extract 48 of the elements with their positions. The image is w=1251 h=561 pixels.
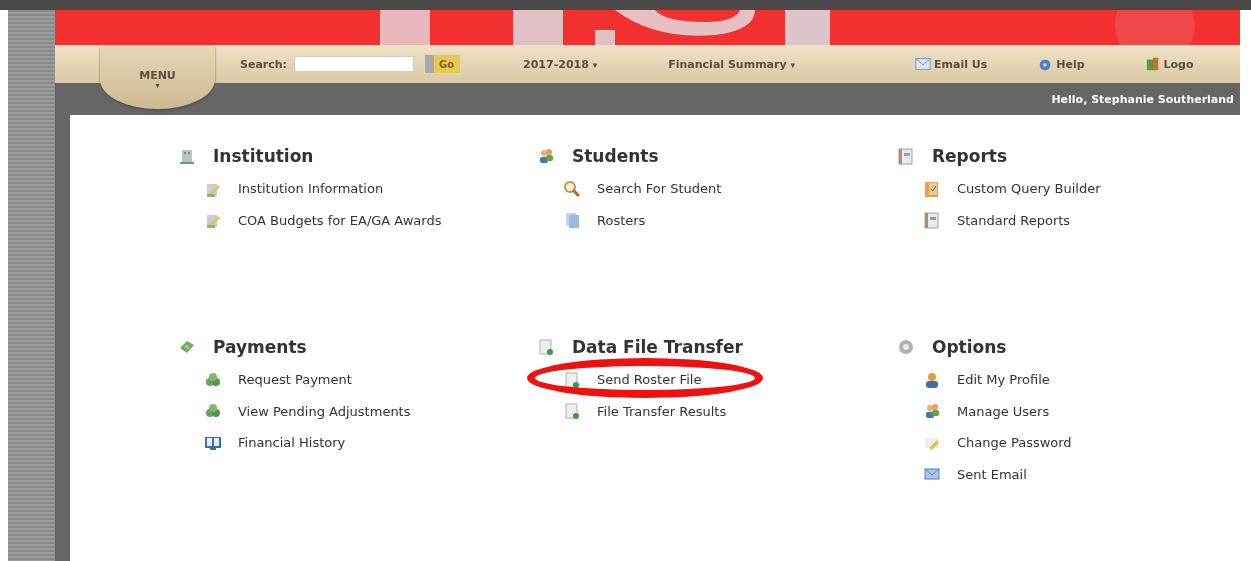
header-link[interactable]: Email Us: [934, 57, 988, 71]
dropdown-menu[interactable]: Financial Summary ▾: [668, 57, 795, 71]
menu-link[interactable]: Request Payment: [238, 372, 352, 388]
header-link[interactable]: Logo: [1163, 57, 1194, 71]
coins-icon: [204, 370, 222, 389]
search-field[interactable]: [294, 56, 414, 72]
gear-icon: [897, 338, 915, 356]
section-heading: Options: [932, 337, 1007, 357]
banknote-icon: [178, 338, 196, 356]
menu-link[interactable]: File Transfer Results: [597, 403, 727, 419]
menu-link[interactable]: Financial History: [238, 435, 346, 451]
menu-link[interactable]: Custom Query Builder: [957, 181, 1101, 197]
go-button[interactable]: Go: [424, 54, 462, 74]
door-icon: [1144, 56, 1161, 72]
pages-icon: [563, 211, 581, 230]
file-icon: [537, 338, 555, 356]
menu-link[interactable]: Sent Email: [957, 466, 1027, 482]
search-label: Search:: [240, 57, 287, 71]
building-icon: [178, 147, 196, 165]
report-icon: [923, 211, 941, 230]
search-icon: [563, 179, 581, 198]
menu-link[interactable]: Institution Information: [238, 181, 384, 197]
menu-link[interactable]: Send Roster File: [597, 372, 702, 388]
people-icon: [537, 147, 555, 165]
person-icon: [923, 370, 941, 389]
section-heading: Students: [572, 146, 659, 166]
report-icon: [897, 147, 915, 165]
header-link[interactable]: Help: [1056, 57, 1085, 71]
menu-link[interactable]: Rosters: [597, 212, 646, 228]
section-heading: Data File Transfer: [572, 337, 743, 357]
menu-link[interactable]: Search For Student: [597, 181, 722, 197]
menu-button[interactable]: MENU ▾: [100, 45, 215, 109]
people-icon: [923, 402, 941, 421]
book-icon: [923, 179, 941, 198]
section-heading: Payments: [213, 337, 307, 357]
section-heading: Institution: [213, 146, 314, 166]
menu-link[interactable]: Standard Reports: [957, 212, 1071, 228]
greeting: Hello, Stephanie Southerland: [1051, 92, 1234, 106]
menu-link[interactable]: Manage Users: [957, 403, 1050, 419]
file-icon: [563, 370, 581, 389]
file-icon: [563, 402, 581, 421]
menu-link[interactable]: View Pending Adjustments: [238, 403, 411, 419]
dropdown-menu[interactable]: 2017-2018 ▾: [523, 57, 598, 71]
menu-link[interactable]: COA Budgets for EA/GA Awards: [238, 212, 442, 228]
menu-link[interactable]: Change Password: [957, 435, 1072, 451]
section-heading: Reports: [932, 146, 1008, 166]
menu-link[interactable]: Edit My Profile: [957, 372, 1050, 388]
envelope-icon: [915, 56, 931, 72]
